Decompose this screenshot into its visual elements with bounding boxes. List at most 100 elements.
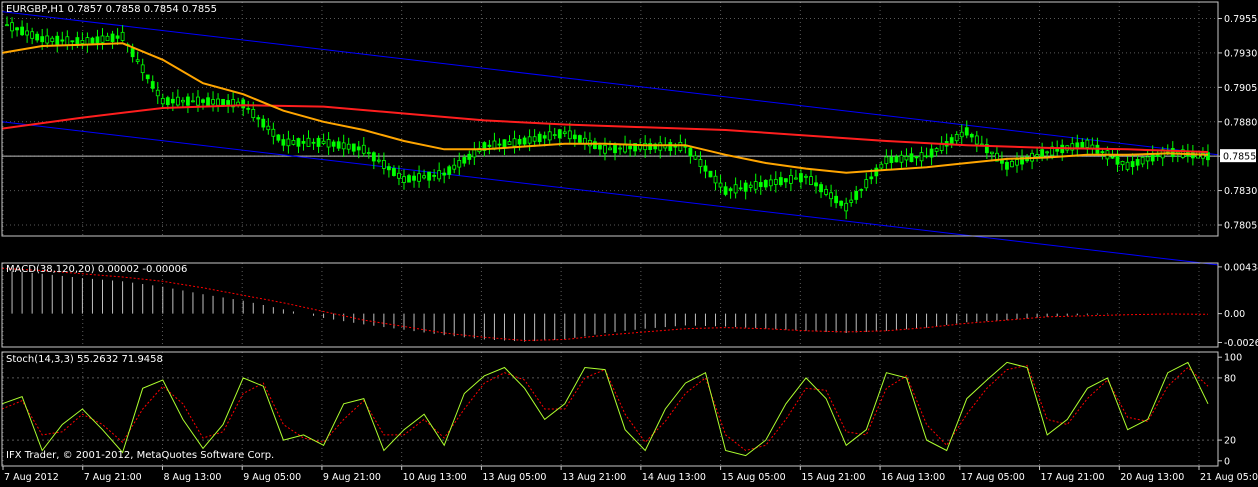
candle-body bbox=[1080, 141, 1085, 148]
candle-body bbox=[376, 159, 381, 162]
candle-body bbox=[512, 138, 517, 147]
candle-body bbox=[392, 168, 396, 176]
candle-body bbox=[246, 107, 251, 110]
candle-body bbox=[507, 141, 512, 145]
y-tick-label: 0.7905 bbox=[1224, 83, 1257, 94]
candle-body bbox=[196, 96, 200, 106]
candle-body bbox=[668, 142, 673, 151]
candle-body bbox=[743, 182, 748, 192]
candle-body bbox=[341, 142, 346, 150]
candle-body bbox=[678, 142, 683, 152]
candle-body bbox=[447, 166, 452, 175]
x-tick-label: 20 Aug 13:00 bbox=[1120, 472, 1184, 483]
candle-body bbox=[261, 118, 266, 128]
candle-body bbox=[949, 137, 954, 145]
candle-body bbox=[839, 200, 844, 206]
candle-body bbox=[276, 134, 281, 141]
candle-body bbox=[1015, 159, 1019, 166]
candle-body bbox=[1085, 139, 1090, 148]
y-tick-label: 0.7805 bbox=[1224, 220, 1257, 231]
candle-body bbox=[120, 31, 125, 41]
candle-body bbox=[658, 142, 663, 151]
candle-body bbox=[291, 140, 296, 145]
candle-body bbox=[713, 175, 718, 184]
candle-body bbox=[919, 152, 924, 162]
candle-body bbox=[934, 148, 939, 152]
candle-body bbox=[557, 129, 562, 139]
candle-body bbox=[844, 202, 849, 212]
candle-body bbox=[783, 178, 788, 183]
candle-body bbox=[748, 184, 753, 188]
candle-body bbox=[45, 35, 50, 44]
candle-body bbox=[688, 147, 693, 157]
chart-background bbox=[0, 0, 1258, 483]
candle-body bbox=[170, 98, 175, 104]
candle-body bbox=[778, 177, 783, 186]
candle-body bbox=[467, 153, 472, 160]
candle-body bbox=[356, 146, 361, 151]
candle-body bbox=[814, 182, 818, 187]
candle-body bbox=[819, 184, 823, 193]
candle-body bbox=[788, 175, 793, 184]
stochastic-panel-title: Stoch(14,3,3) 55.2632 71.9458 bbox=[6, 354, 163, 365]
candle-body bbox=[502, 139, 507, 149]
candle-body bbox=[40, 36, 45, 43]
candle-body bbox=[346, 143, 351, 150]
candle-body bbox=[90, 37, 95, 44]
candle-body bbox=[854, 190, 859, 200]
candle-body bbox=[1130, 161, 1135, 168]
candle-body bbox=[628, 145, 632, 150]
candle-body bbox=[402, 176, 406, 183]
candle-body bbox=[437, 170, 442, 180]
candle-body bbox=[130, 48, 135, 58]
x-tick-label: 21 Aug 05:00 bbox=[1200, 472, 1258, 483]
candle-body bbox=[869, 176, 874, 180]
candle-body bbox=[613, 144, 617, 154]
candle-body bbox=[547, 131, 552, 141]
candle-body bbox=[708, 170, 713, 178]
candle-body bbox=[804, 175, 808, 178]
candle-body bbox=[1135, 159, 1140, 166]
macd-y-tick-label: 0.00 bbox=[1224, 309, 1245, 320]
candle-body bbox=[296, 138, 301, 147]
chart-canvas: 0.7955 0.7930 0.7905 0.7880 0.7855 0.7830 0.78… bbox=[0, 0, 1258, 483]
x-tick-label: 17 Aug 05:00 bbox=[961, 472, 1025, 483]
candle-body bbox=[1010, 160, 1014, 168]
candle-body bbox=[25, 30, 30, 36]
y-tick-label: 0.7830 bbox=[1224, 186, 1257, 197]
candle-body bbox=[472, 149, 477, 158]
y-tick-label: 0.7930 bbox=[1224, 48, 1257, 59]
candle-body bbox=[522, 137, 527, 145]
candle-body bbox=[366, 152, 371, 154]
candle-body bbox=[542, 135, 547, 139]
candle-body bbox=[974, 135, 979, 145]
candle-body bbox=[1040, 149, 1045, 159]
x-tick-label: 7 Aug 2012 bbox=[4, 472, 59, 483]
candle-body bbox=[698, 159, 703, 167]
candle-body bbox=[809, 176, 813, 185]
candle-body bbox=[105, 35, 110, 42]
candle-body bbox=[723, 186, 728, 195]
candle-body bbox=[964, 127, 969, 136]
candle-body bbox=[55, 35, 60, 45]
candle-body bbox=[914, 156, 919, 159]
candle-body bbox=[281, 139, 286, 146]
candle-body bbox=[1145, 156, 1150, 162]
candle-body bbox=[899, 154, 904, 163]
candle-body bbox=[70, 40, 75, 43]
candle-body bbox=[864, 179, 869, 189]
candle-body bbox=[35, 33, 40, 41]
candle-body bbox=[50, 37, 55, 42]
candle-body bbox=[572, 134, 577, 140]
candle-body bbox=[427, 171, 432, 181]
candle-body bbox=[758, 182, 763, 188]
candle-body bbox=[462, 157, 467, 164]
price-panel-title: EURGBP,H1 0.7857 0.7858 0.7854 0.7855 bbox=[6, 4, 217, 15]
candle-body bbox=[577, 135, 582, 143]
candle-body bbox=[417, 173, 421, 182]
candle-body bbox=[849, 199, 854, 203]
candle-body bbox=[673, 145, 678, 148]
candle-body bbox=[10, 22, 14, 32]
candle-body bbox=[794, 177, 798, 180]
candle-body bbox=[909, 153, 914, 163]
